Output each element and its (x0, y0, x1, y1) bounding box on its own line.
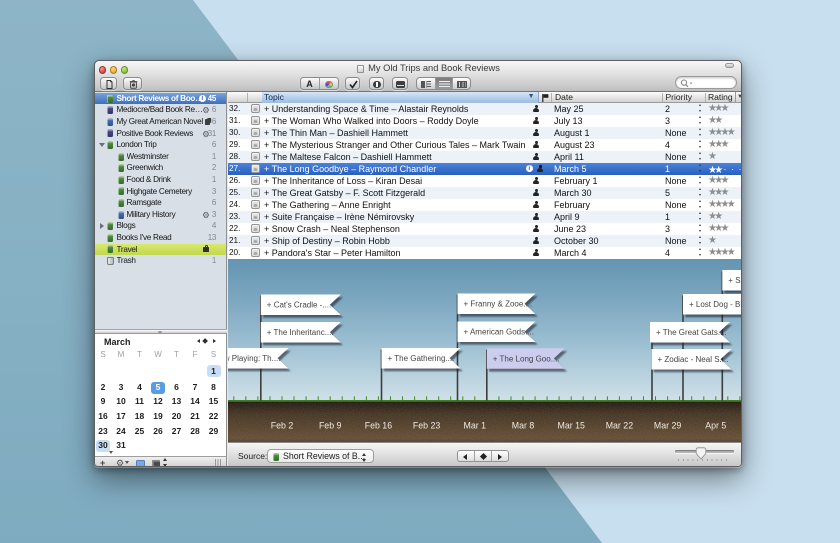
svg-text:Mar 22: Mar 22 (606, 420, 633, 430)
svg-text:Apr 5: Apr 5 (705, 420, 726, 430)
svg-text:Mar 8: Mar 8 (512, 420, 535, 430)
svg-text:Feb 2: Feb 2 (271, 420, 294, 430)
svg-text:Mar 29: Mar 29 (654, 420, 681, 430)
svg-text:Mar 15: Mar 15 (558, 420, 585, 430)
svg-text:Feb 23: Feb 23 (413, 420, 440, 430)
svg-text:Feb 9: Feb 9 (319, 420, 342, 430)
svg-text:Feb 16: Feb 16 (365, 420, 392, 430)
svg-text:Mar 1: Mar 1 (464, 420, 487, 430)
